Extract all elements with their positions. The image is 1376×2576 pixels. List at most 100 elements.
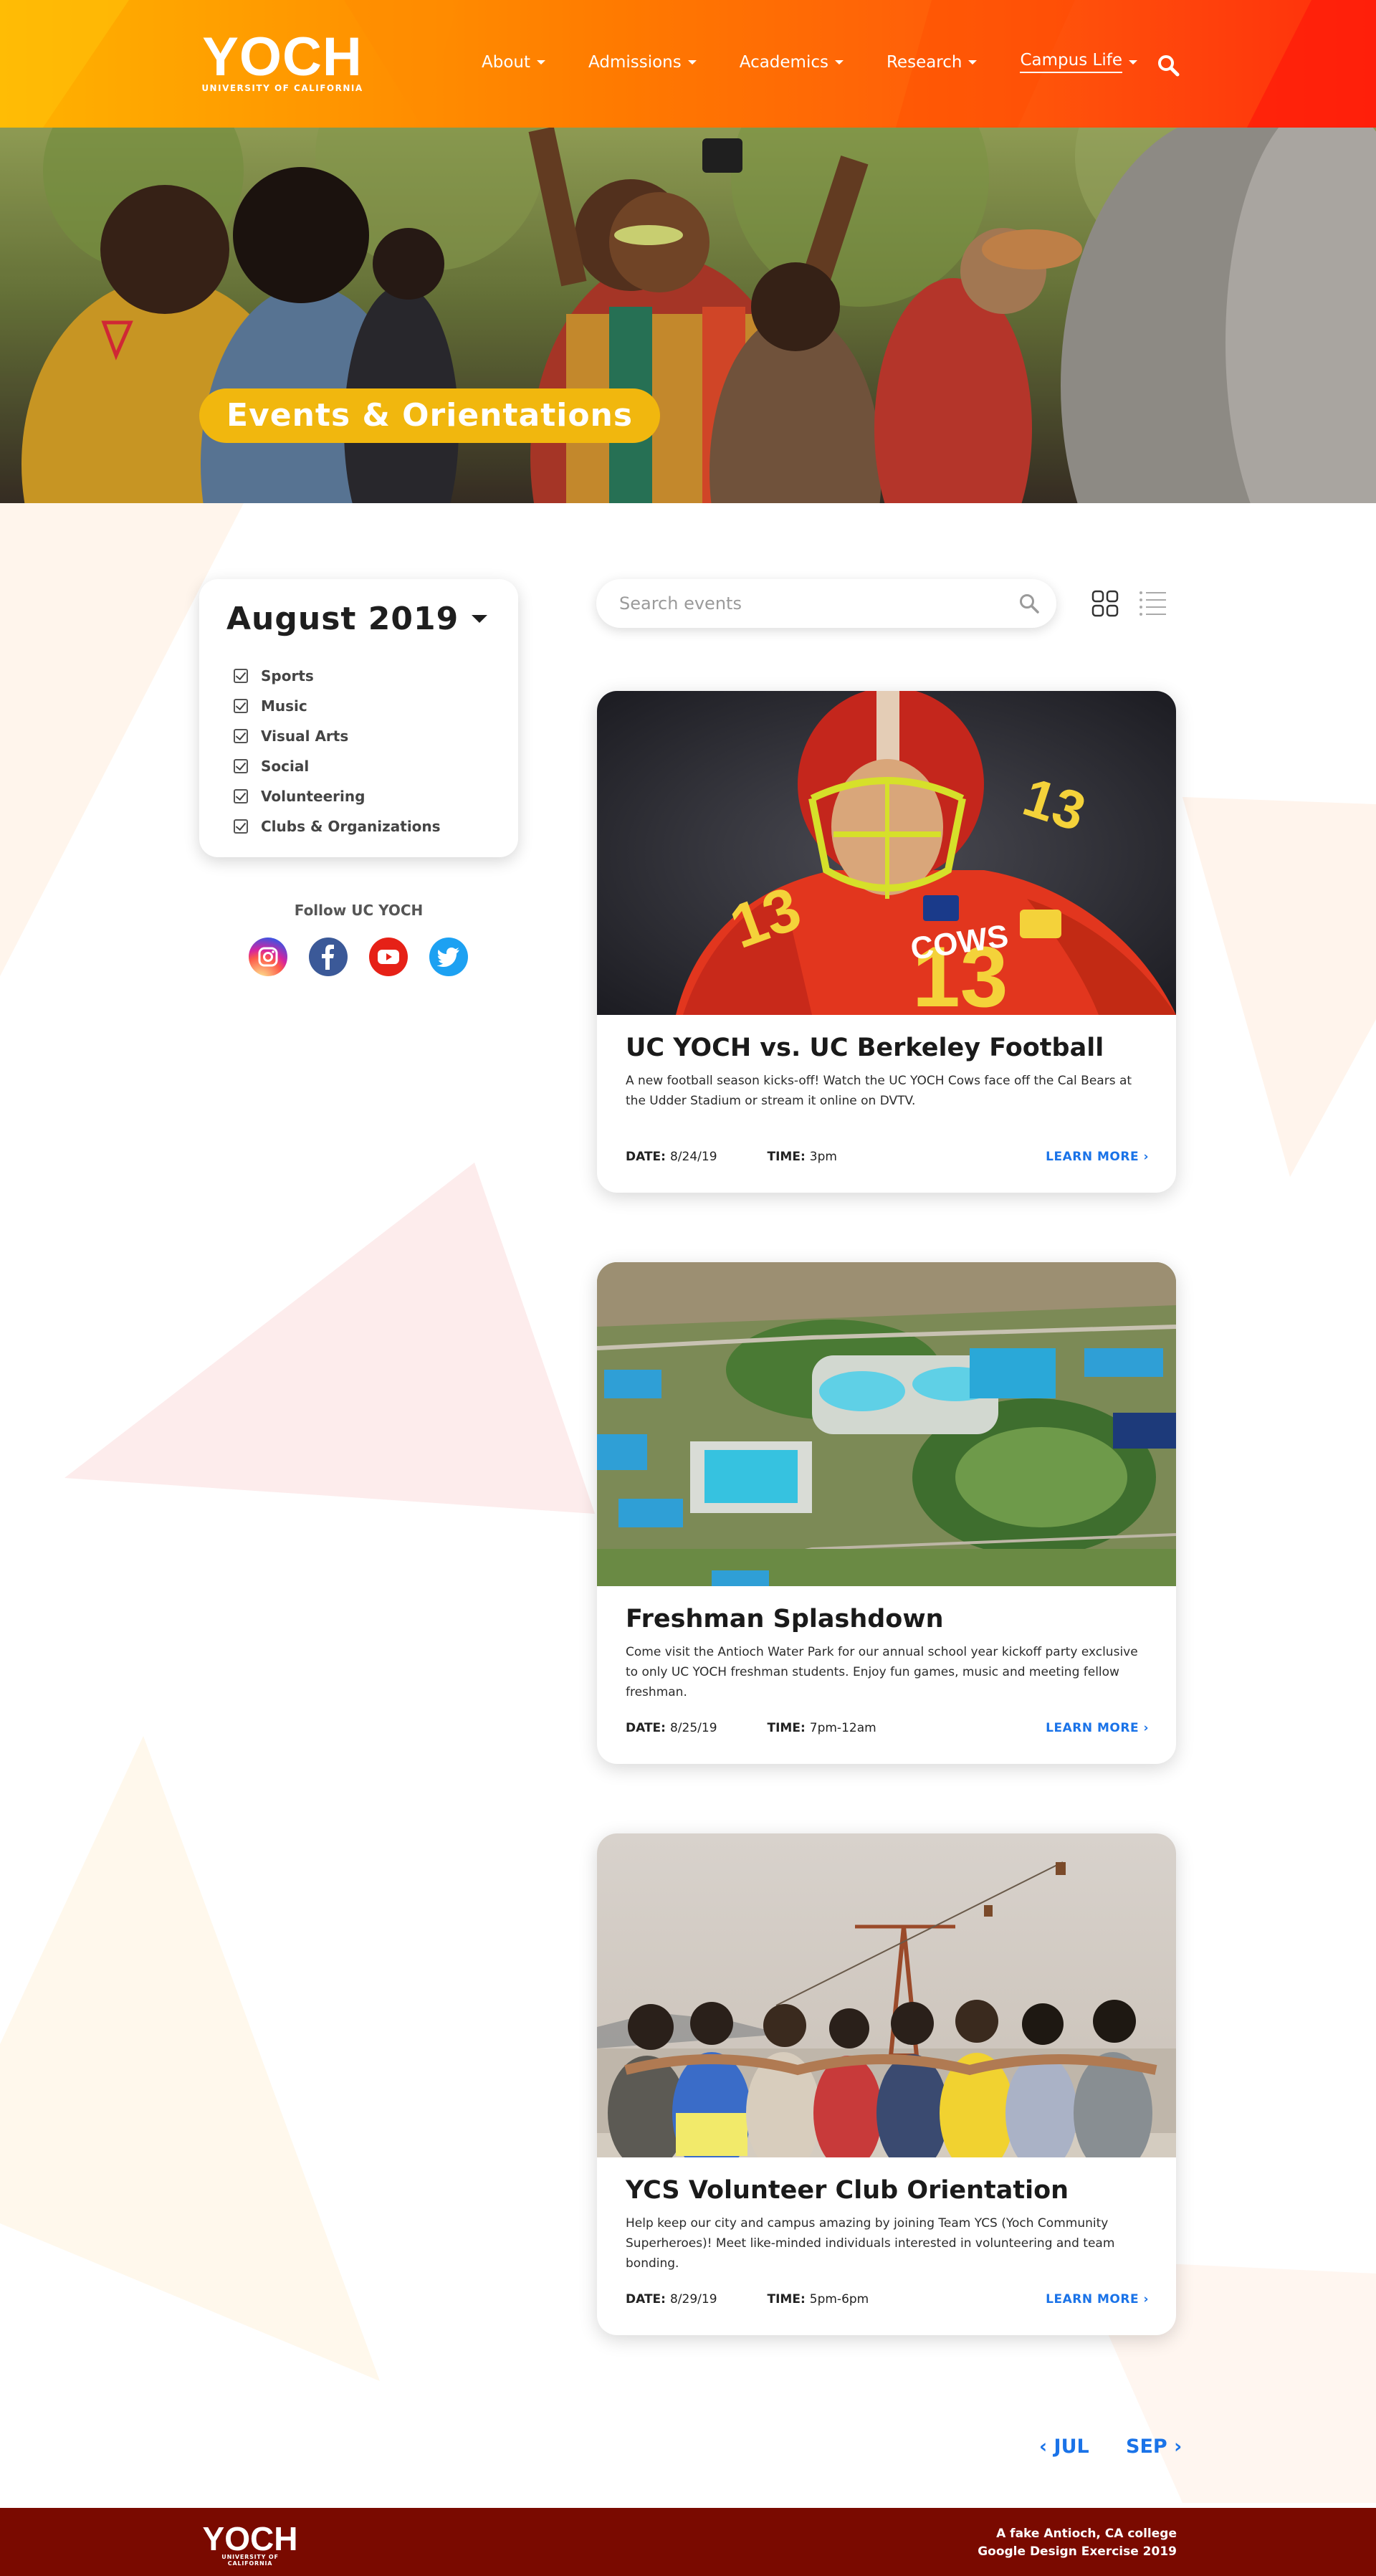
site-logo[interactable]: YOCH UNIVERSITY OF CALIFORNIA — [199, 27, 366, 94]
event-image-waterpark — [597, 1262, 1176, 1586]
nav-item-about[interactable]: About — [482, 51, 546, 73]
nav-item-research[interactable]: Research — [887, 51, 978, 73]
checkbox-checked-icon[interactable] — [234, 669, 248, 683]
logo-subtitle: UNIVERSITY OF CALIFORNIA — [201, 83, 363, 93]
event-card[interactable]: 13 13 13 COWS UC YOCH vs. UC Berkeley Fo… — [597, 691, 1176, 1193]
category-filter-list: Sports Music Visual Arts Social Voluntee… — [234, 661, 441, 841]
category-checkbox-sports[interactable]: Sports — [234, 661, 441, 691]
event-title[interactable]: Freshman Splashdown — [626, 1605, 944, 1633]
hero-crowd-photo — [0, 128, 1376, 503]
main-nav: About Admissions Academics Research Camp… — [482, 51, 1180, 73]
grid-view-icon[interactable] — [1091, 590, 1119, 617]
event-time: TIME: 7pm-12am — [768, 1721, 876, 1735]
event-search — [596, 579, 1056, 628]
category-checkbox-social[interactable]: Social — [234, 751, 441, 781]
date-label: DATE: — [626, 1150, 666, 1164]
month-selector[interactable]: August 2019 — [226, 601, 488, 637]
youtube-glyph — [378, 950, 399, 964]
category-checkbox-clubs[interactable]: Clubs & Organizations — [234, 811, 441, 841]
nav-item-label: Research — [886, 52, 962, 72]
nav-item-label: Campus Life — [1020, 51, 1122, 73]
page-title: Events & Orientations — [199, 388, 661, 443]
event-card[interactable]: Freshman Splashdown Come visit the Antio… — [597, 1262, 1176, 1764]
footer-credit: A fake Antioch, CA college Google Design… — [978, 2525, 1177, 2561]
caret-down-icon — [1128, 59, 1137, 65]
caret-down-icon — [537, 59, 546, 65]
caret-down-icon — [968, 59, 978, 65]
facebook-icon[interactable] — [309, 938, 348, 976]
time-label: TIME: — [767, 1150, 806, 1164]
caret-down-icon — [687, 59, 697, 65]
event-date: DATE: 8/25/19 — [626, 1721, 717, 1735]
checkbox-checked-icon[interactable] — [234, 729, 248, 743]
search-input[interactable] — [619, 592, 992, 615]
site-footer: YOCH UNIVERSITY OF CALIFORNIA A fake Ant… — [0, 2508, 1376, 2576]
nav-item-academics[interactable]: Academics — [740, 51, 844, 73]
facebook-glyph — [322, 945, 334, 970]
twitter-glyph — [437, 948, 459, 967]
time-label: TIME: — [767, 1721, 806, 1735]
caret-down-icon — [472, 615, 488, 623]
nav-item-label: Academics — [739, 52, 828, 72]
event-meta: DATE: 8/24/19 TIME: 3pm — [626, 1150, 837, 1164]
date-label: DATE: — [626, 1721, 666, 1735]
pagination-prev[interactable]: ‹ JUL — [1039, 2436, 1089, 2458]
nav-item-admissions[interactable]: Admissions — [588, 51, 697, 73]
youtube-icon[interactable] — [369, 938, 408, 976]
category-checkbox-visual-arts[interactable]: Visual Arts — [234, 721, 441, 751]
event-description: A new football season kicks-off! Watch t… — [626, 1074, 1132, 1108]
search-icon[interactable] — [1018, 592, 1041, 615]
learn-more-link[interactable]: LEARN MORE › — [1046, 1721, 1149, 1735]
twitter-icon[interactable] — [429, 938, 468, 976]
learn-more-link[interactable]: LEARN MORE › — [1046, 1150, 1149, 1164]
time-value: 3pm — [809, 1150, 837, 1164]
date-value: 8/24/19 — [669, 1150, 717, 1164]
category-label: Visual Arts — [261, 728, 349, 745]
category-label: Social — [261, 758, 310, 775]
category-checkbox-music[interactable]: Music — [234, 691, 441, 721]
search-icon[interactable] — [1156, 53, 1180, 77]
event-date: DATE: 8/24/19 — [626, 1150, 717, 1164]
instagram-glyph — [258, 947, 278, 967]
pagination-next[interactable]: SEP › — [1126, 2436, 1182, 2458]
follow-label: Follow UC YOCH — [294, 902, 424, 919]
month-label: August 2019 — [226, 601, 459, 637]
nav-item-label: Admissions — [588, 52, 682, 72]
nav-item-campus-life[interactable]: Campus Life — [1020, 51, 1137, 73]
nav-item-label: About — [482, 52, 531, 72]
event-meta: DATE: 8/29/19 TIME: 5pm-6pm — [626, 2292, 869, 2307]
category-label: Volunteering — [261, 788, 366, 805]
category-checkbox-volunteering[interactable]: Volunteering — [234, 781, 441, 811]
time-value: 7pm-12am — [809, 1721, 876, 1735]
time-label: TIME: — [767, 2292, 806, 2307]
category-label: Clubs & Organizations — [261, 818, 441, 835]
event-time: TIME: 5pm-6pm — [768, 2292, 869, 2307]
event-title[interactable]: UC YOCH vs. UC Berkeley Football — [626, 1034, 1104, 1062]
checkbox-checked-icon[interactable] — [234, 759, 248, 773]
instagram-icon[interactable] — [249, 938, 287, 976]
footer-credit-line: Google Design Exercise 2019 — [978, 2544, 1177, 2559]
event-card[interactable]: YCS Volunteer Club Orientation Help keep… — [597, 1833, 1176, 2335]
footer-logo-wordmark: YOCH — [202, 2520, 298, 2557]
logo-wordmark: YOCH — [202, 27, 363, 87]
list-view-icon[interactable] — [1139, 590, 1167, 617]
caret-down-icon — [834, 59, 844, 65]
event-date: DATE: 8/29/19 — [626, 2292, 717, 2307]
event-time: TIME: 3pm — [768, 1150, 837, 1164]
category-label: Music — [261, 697, 307, 715]
footer-logo[interactable]: YOCH UNIVERSITY OF CALIFORNIA — [199, 2520, 301, 2567]
event-title[interactable]: YCS Volunteer Club Orientation — [626, 2176, 1069, 2205]
event-description: Help keep our city and campus amazing by… — [626, 2216, 1115, 2271]
checkbox-checked-icon[interactable] — [234, 789, 248, 803]
category-label: Sports — [261, 667, 314, 684]
event-image-football: 13 13 13 COWS — [597, 691, 1176, 1015]
event-description: Come visit the Antioch Water Park for ou… — [626, 1645, 1138, 1699]
site-header: YOCH UNIVERSITY OF CALIFORNIA About Admi… — [0, 0, 1376, 128]
filter-card: August 2019 Sports Music Visual Arts Soc… — [199, 579, 518, 857]
date-value: 8/25/19 — [669, 1721, 717, 1735]
time-value: 5pm-6pm — [809, 2292, 869, 2307]
event-meta: DATE: 8/25/19 TIME: 7pm-12am — [626, 1721, 876, 1735]
checkbox-checked-icon[interactable] — [234, 819, 248, 834]
checkbox-checked-icon[interactable] — [234, 699, 248, 713]
learn-more-link[interactable]: LEARN MORE › — [1046, 2292, 1149, 2307]
